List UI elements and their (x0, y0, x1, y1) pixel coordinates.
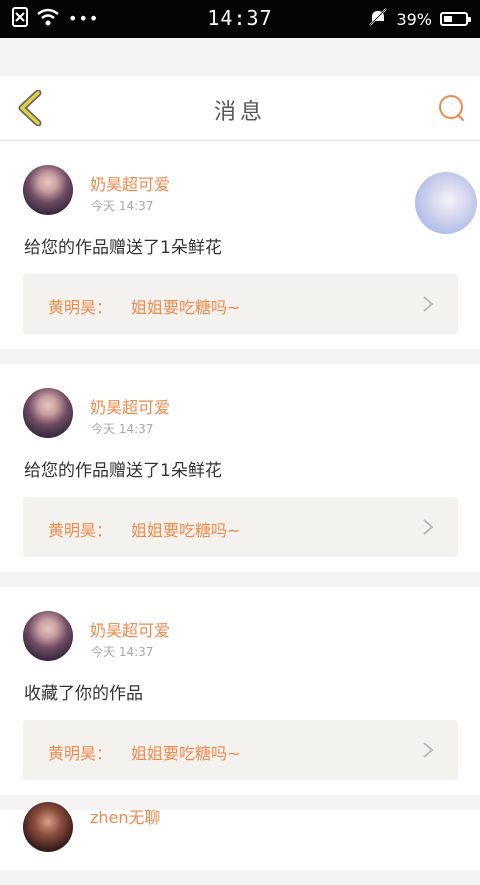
avatar[interactable] (23, 165, 73, 215)
reply-author: 黄明昊： (48, 744, 113, 763)
reply-preview[interactable]: 黄明昊： 姐姐要吃糖吗~ (23, 720, 458, 780)
avatar[interactable] (23, 611, 73, 661)
search-button[interactable] (434, 90, 470, 126)
search-icon (439, 95, 464, 121)
chevron-right-icon (423, 296, 434, 312)
timestamp: 今天 14:37 (91, 645, 154, 659)
username[interactable]: zhen无聊 (90, 804, 161, 828)
reply-text: 姐姐要吃糖吗~ (131, 744, 241, 763)
work-thumbnail[interactable] (415, 172, 477, 234)
timestamp: 今天 14:37 (91, 422, 154, 436)
action-text: 给您的作品赠送了1朵鲜花 (24, 238, 222, 258)
message-item[interactable]: 奶昊超可爱 今天 14:37 给您的作品赠送了1朵鲜花 黄明昊： 姐姐要吃糖吗~ (0, 141, 480, 349)
message-item[interactable]: 奶昊超可爱 今天 14:37 给您的作品赠送了1朵鲜花 黄明昊： 姐姐要吃糖吗~ (0, 364, 480, 572)
page-title: 消息 (213, 100, 266, 125)
avatar[interactable] (23, 388, 73, 438)
message-item[interactable]: 奶昊超可爱 今天 14:37 收藏了你的作品 黄明昊： 姐姐要吃糖吗~ (0, 587, 480, 795)
message-item[interactable]: zhen无聊 (0, 802, 480, 870)
chevron-right-icon (423, 519, 434, 535)
reply-text: 姐姐要吃糖吗~ (131, 298, 241, 317)
reply-text: 姐姐要吃糖吗~ (131, 521, 241, 540)
username[interactable]: 奶昊超可爱 (90, 617, 170, 641)
navigation-bar: 消息 (0, 76, 480, 141)
avatar[interactable] (23, 802, 73, 852)
username[interactable]: 奶昊超可爱 (90, 394, 170, 418)
chevron-right-icon (423, 742, 434, 758)
reply-preview[interactable]: 黄明昊： 姐姐要吃糖吗~ (23, 274, 458, 334)
username[interactable]: 奶昊超可爱 (90, 171, 170, 195)
timestamp: 今天 14:37 (91, 199, 154, 213)
battery-icon (440, 12, 471, 26)
battery-percent: 39% (396, 9, 432, 29)
top-spacer (0, 38, 480, 76)
reply-author: 黄明昊： (48, 298, 113, 317)
reply-author: 黄明昊： (48, 521, 113, 540)
mute-icon (368, 7, 388, 31)
action-text: 收藏了你的作品 (24, 684, 143, 704)
status-bar: ••• 14:37 39% (0, 0, 480, 38)
reply-preview[interactable]: 黄明昊： 姐姐要吃糖吗~ (23, 497, 458, 557)
message-list: 奶昊超可爱 今天 14:37 给您的作品赠送了1朵鲜花 黄明昊： 姐姐要吃糖吗~… (0, 141, 480, 885)
status-right: 39% (368, 7, 471, 31)
action-text: 给您的作品赠送了1朵鲜花 (24, 461, 222, 481)
